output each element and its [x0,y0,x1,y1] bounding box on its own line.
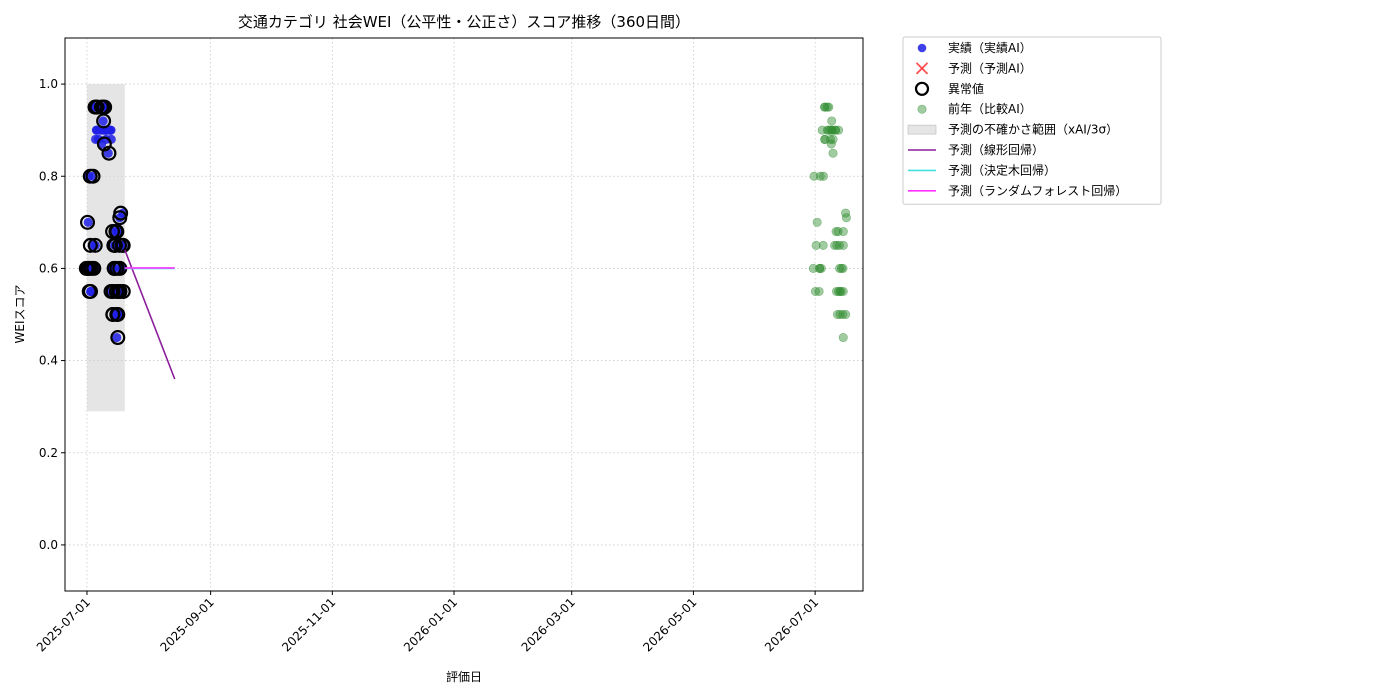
y-axis-label: WEIスコア [13,285,27,344]
plot-area: 0.0 0.2 0.4 0.6 0.8 1.0 2025-07-01 2025-09-01 20… [34,37,864,654]
chart-title: 交通カテゴリ 社会WEI（公平性・公正さ）スコア推移（360日間） [238,13,690,31]
y-tick-label: 0.6 [39,261,58,275]
legend-label-forest: 予測（ランダムフォレスト回帰） [948,183,1127,198]
x-tick-label: 2025-11-01 [279,595,338,654]
y-tick-label: 0.0 [39,538,58,552]
x-axis-label: 評価日 [446,669,482,684]
actual-point [83,217,93,227]
legend-label-uncertainty: 予測の不確かさ範囲（xAI/3σ） [948,122,1118,137]
axes-frame [64,37,864,592]
prior-year-point [812,217,822,227]
prior-year-point [834,125,844,135]
legend-marker-actual [917,43,927,53]
prior-year-point [814,286,824,296]
y-tick-label: 0.8 [39,169,58,183]
legend-marker-prior_year [917,104,927,114]
forecast-line-linear [124,249,176,380]
legend-marker-uncertainty [907,124,937,135]
prior-year-point [827,116,837,126]
y-tick-label: 0.4 [39,354,58,368]
actual-point [98,116,108,126]
prior-year-point [841,309,851,319]
x-tick-label: 2026-03-01 [519,595,578,654]
prior-year-point [818,240,828,250]
prior-year-point [828,134,838,144]
legend-label-actual: 実績（実績AI） [948,40,1032,55]
prior-year-point [816,263,826,273]
y-tick-label: 0.2 [39,446,58,460]
y-tick-label: 1.0 [39,77,58,91]
x-tick-label: 2026-01-01 [401,595,460,654]
prior-year-point [838,333,848,343]
x-tick-label: 2025-07-01 [34,595,93,654]
prior-year-point [838,286,848,296]
legend-frame [902,36,1162,205]
prior-year-point [838,240,848,250]
x-tick-label: 2025-09-01 [158,595,217,654]
x-tick-label: 2026-05-01 [640,595,699,654]
prior-year-point [828,148,838,158]
legend-label-prior_year: 前年（比較AI） [948,101,1032,116]
legend-label-forecast: 予測（予測AI） [948,61,1032,75]
prior-year-point [818,171,828,181]
x-tick-label: 2026-07-01 [762,595,821,654]
prior-year-point [838,263,848,273]
legend: 実績（実績AI） 予測（予測AI） 異常値前年（比較AI） 予測の不確かさ範囲（xAI… [902,36,1162,205]
prior-year-point [838,227,848,237]
legend-label-anomaly: 異常値 [948,81,984,96]
prior-year-point [841,213,851,223]
legend-label-tree: 予測（決定木回帰） [948,162,1056,177]
legend-label-linear: 予測（線形回帰） [948,142,1044,157]
prior-year-point [822,102,832,112]
wei-score-chart: 交通カテゴリ 社会WEI（公平性・公正さ）スコア推移（360日間） 0.0 0.2… [13,13,1162,684]
